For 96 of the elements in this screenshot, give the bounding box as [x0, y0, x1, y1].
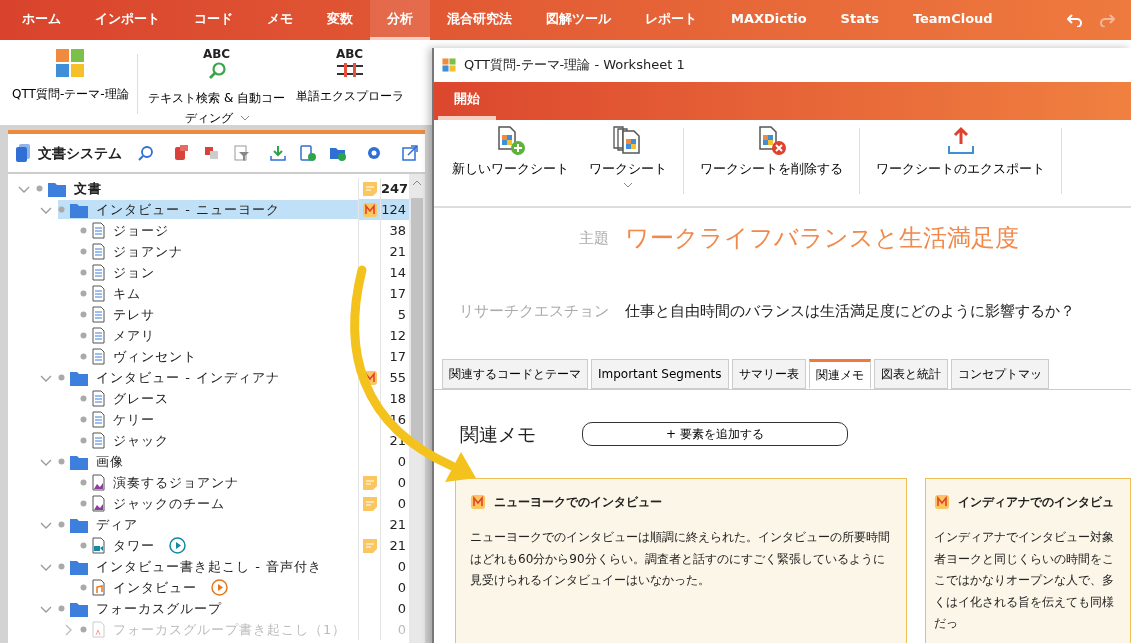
tree-row[interactable]: 演奏するジョアンナ — [80, 472, 358, 493]
tree-label: インタビュー - ニューヨーク — [96, 200, 280, 219]
tree-row[interactable]: テレサ — [80, 304, 358, 325]
count: 21 — [388, 243, 407, 261]
card-text: ニューヨークでのインタビューは順調に終えられた。インタビューの所要時間はどれも60分から90分くらい。調査者と話すのにすごく緊張しているように見受けられるインタビュイーはいなかった。 — [470, 529, 891, 590]
card-text: インディアナでインタビュー対象者ヨークと同じくらいの時間をここではかなりオープンな人で、多くはイ化される旨を伝えても同様だっ — [934, 529, 1115, 633]
count: 0 — [396, 474, 407, 492]
tree-row[interactable]: ケリー — [80, 409, 358, 430]
count: 21 — [388, 537, 407, 555]
icon-caption: ABC — [202, 48, 231, 60]
count: 247 — [381, 180, 409, 198]
count: 38 — [388, 222, 407, 240]
tree-label: ジョン — [113, 263, 155, 282]
section-tab[interactable]: 関連するコードとテーマ — [442, 358, 588, 389]
section-tab[interactable]: Important Segments — [591, 358, 729, 389]
question-text: 仕事と自由時間のバランスは生活満足度にどのように影響するか？ — [625, 301, 1075, 322]
tree-label: ジョアンナ — [113, 242, 183, 261]
window-title: QTT質問-テーマ-理論 - Worksheet 1 — [464, 56, 685, 75]
tree-row[interactable]: ジョアンナ — [80, 241, 358, 262]
section-tab[interactable]: 図表と統計 — [873, 358, 948, 389]
tree-label: インタビュー — [113, 578, 197, 597]
count: 17 — [388, 348, 407, 366]
tree-label: メアリ — [113, 326, 155, 345]
card-title: ニューヨークでのインタビュー — [494, 494, 662, 511]
menu-tab[interactable]: コード — [177, 0, 250, 40]
count: 0 — [396, 558, 407, 576]
tree-label: ディア — [96, 515, 138, 534]
tree-label: グレース — [113, 389, 169, 408]
tree-row[interactable]: タワー — [80, 535, 358, 556]
count: 12 — [388, 327, 407, 345]
tree-row[interactable]: ジャック — [80, 430, 358, 451]
section-tab[interactable]: コンセプトマッ — [950, 358, 1049, 389]
topic-text: ワークライフバランスと生活満足度 — [625, 223, 1019, 254]
tree-row[interactable]: グレース — [80, 388, 358, 409]
count: 0 — [396, 495, 407, 513]
tree-row[interactable]: 文書 — [36, 178, 358, 199]
menu-tab[interactable]: 混合研究法 — [430, 0, 529, 40]
ribbon-button[interactable]: 新しいワークシート — [442, 120, 579, 206]
section-tab[interactable]: 関連メモ — [808, 358, 871, 389]
icon-caption: ABC — [335, 48, 364, 60]
menu-tab[interactable]: 図解ツール — [529, 0, 628, 40]
tree-label: 演奏するジョアンナ — [113, 473, 239, 492]
selected-row[interactable]: インタビュー - ニューヨーク — [58, 199, 358, 220]
tree-label: 画像 — [96, 452, 124, 471]
field-label: リサーチクエスチョン — [458, 301, 609, 322]
tree-label: テレサ — [113, 305, 155, 324]
count: 0 — [396, 621, 407, 639]
tree-row[interactable]: ジャックのチーム — [80, 493, 358, 514]
tree-label: インタビュー - インディアナ — [96, 368, 280, 387]
tree-label: ジャックのチーム — [113, 494, 225, 513]
count: 21 — [388, 516, 407, 534]
count: 17 — [388, 285, 407, 303]
menu-tab[interactable]: ホーム — [5, 0, 78, 40]
tree-row[interactable]: ディア — [58, 514, 358, 535]
tree-label: インタビュー書き起こし - 音声付き — [96, 557, 322, 576]
tree-label: キム — [113, 284, 141, 303]
tree-row[interactable]: ジョン — [80, 262, 358, 283]
section-heading: 関連メモ — [460, 421, 536, 447]
tree-label: フォーカスグループ — [96, 599, 222, 618]
count: 124 — [381, 201, 407, 219]
tree-row[interactable]: ジョージ — [80, 220, 358, 241]
add-element-button[interactable]: + 要素を追加する — [582, 421, 848, 446]
ribbon-tab[interactable]: 開始 — [438, 82, 496, 120]
count: 0 — [396, 600, 407, 618]
tree-row[interactable]: インタビュー — [80, 577, 358, 598]
tree-row[interactable]: メアリ — [80, 325, 358, 346]
tree-row[interactable]: 画像 — [58, 451, 358, 472]
tree-label: ジャック — [113, 431, 169, 450]
ribbon-button[interactable]: QTT質問-テーマ-理論 — [8, 80, 133, 109]
ribbon-button[interactable]: ワークシート — [579, 120, 677, 206]
tree-label: ヴィンセント — [113, 347, 197, 366]
field-label: 主題 — [578, 227, 609, 249]
count: 0 — [396, 579, 407, 597]
tree-row[interactable]: キム — [80, 283, 358, 304]
count: 18 — [388, 390, 407, 408]
count: 5 — [396, 306, 407, 324]
tree-label: ケリー — [113, 410, 155, 429]
tree-label: ジョージ — [113, 221, 169, 240]
count: 0 — [396, 453, 407, 471]
section-tab[interactable]: サマリー表 — [731, 358, 806, 389]
tree-row[interactable]: インタビュー書き起こし - 音声付き — [58, 556, 358, 577]
count: 55 — [388, 369, 407, 387]
menu-tab[interactable]: メモ — [250, 0, 310, 40]
tree-label: タワー — [113, 536, 155, 555]
panel-title: 文書システム — [38, 143, 122, 163]
tree-row[interactable]: ヴィンセント — [80, 346, 358, 367]
tree-row[interactable]: インタビュー - インディアナ — [58, 367, 358, 388]
count: 14 — [388, 264, 407, 282]
card-title: インディアナでのインタビュ — [958, 494, 1114, 511]
tree-label: 文書 — [74, 179, 102, 198]
ribbon-button[interactable]: ワークシートのエクスポート — [866, 120, 1055, 206]
menu-tab[interactable]: インポート — [78, 0, 177, 40]
menu-tab[interactable]: 変数 — [310, 0, 370, 40]
ribbon-button[interactable]: ワークシートを削除する — [690, 120, 853, 206]
ribbon-button[interactable]: 単語エクスプローラ — [291, 82, 408, 111]
tree-row[interactable]: フォーカスグループ — [58, 598, 358, 619]
